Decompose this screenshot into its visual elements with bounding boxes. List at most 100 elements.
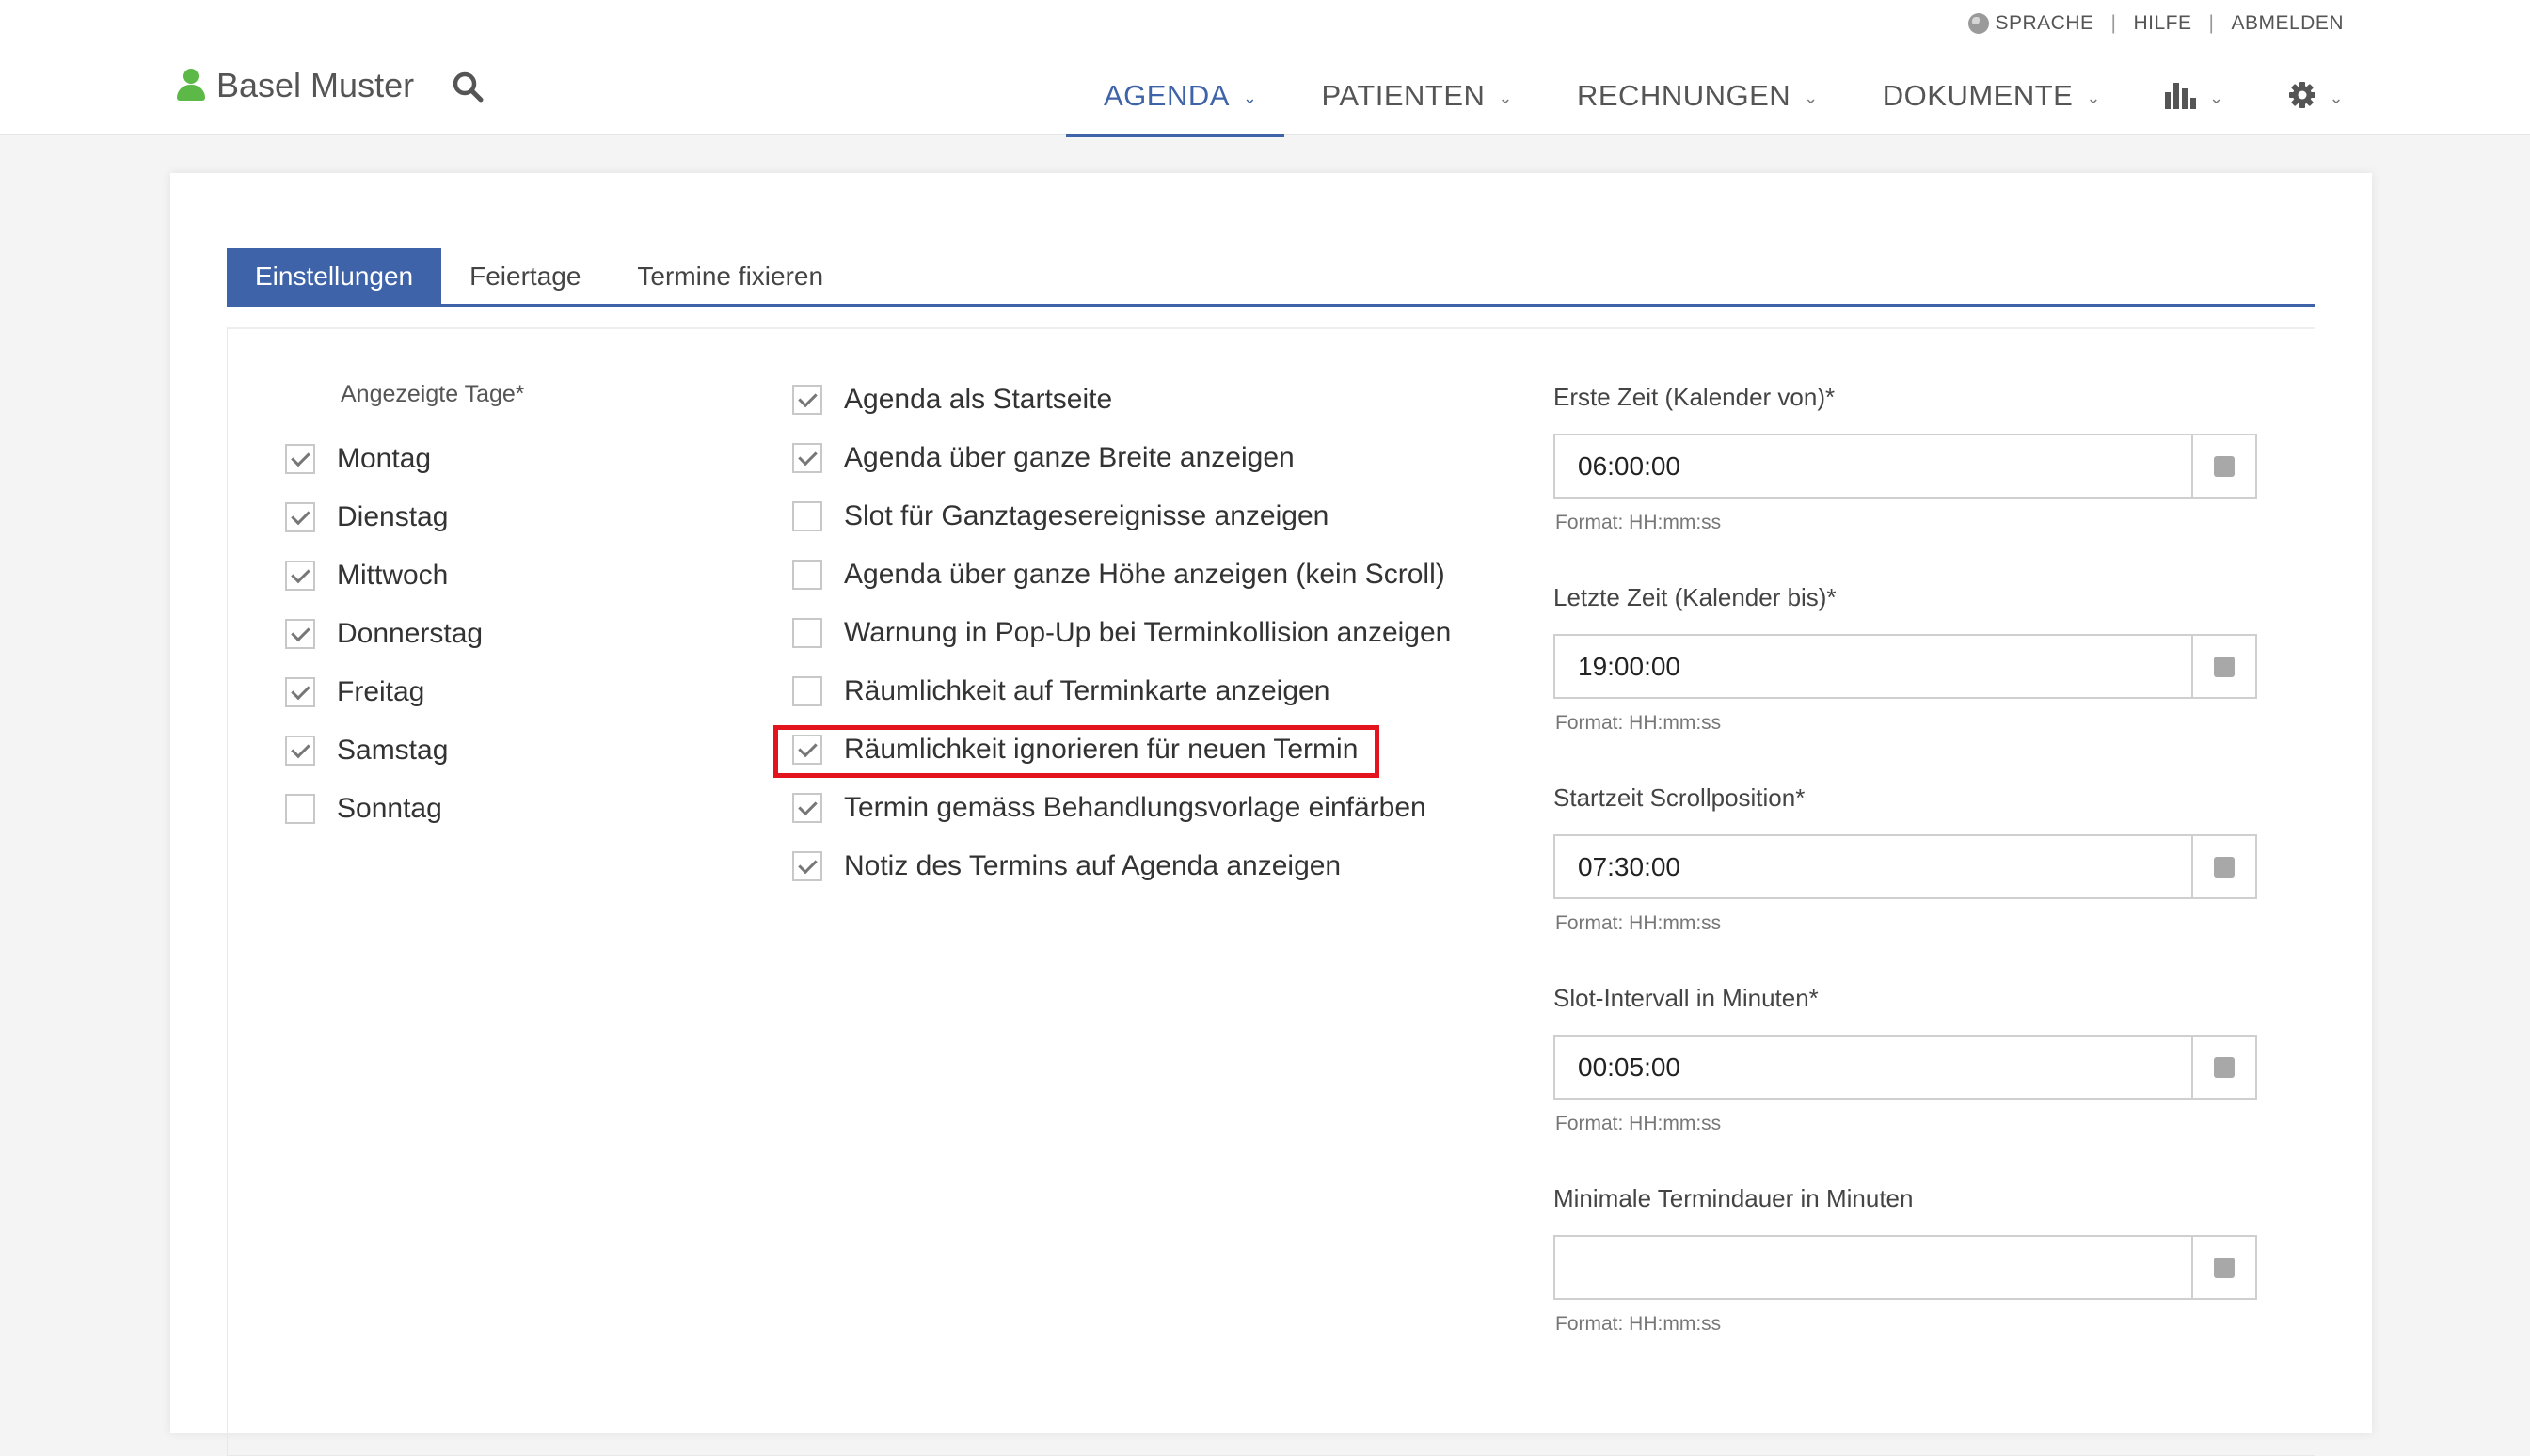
day-label: Donnerstag — [337, 618, 484, 649]
checkbox[interactable] — [285, 794, 315, 824]
option-label: Agenda als Startseite — [844, 384, 1113, 415]
option-label: Agenda über ganze Höhe anzeigen (kein Sc… — [844, 559, 1445, 590]
letzte-zeit-field[interactable]: 19:00:00 — [1553, 634, 2257, 699]
main-nav: AGENDA ⌄ PATIENTEN ⌄ RECHNUNGEN ⌄ DOKUME… — [1066, 66, 2371, 137]
checkbox[interactable] — [285, 502, 315, 532]
chevron-down-icon: ⌄ — [2086, 88, 2101, 107]
gear-icon — [2288, 82, 2315, 108]
option-notiz-anzeigen[interactable]: Notiz des Termins auf Agenda anzeigen — [792, 847, 1341, 885]
separator: | — [2110, 12, 2117, 34]
min-termindauer-input[interactable] — [1555, 1237, 2191, 1298]
option-label: Räumlichkeit auf Terminkarte anzeigen — [844, 675, 1330, 706]
slot-intervall-field[interactable]: 00:05:00 — [1553, 1035, 2257, 1100]
clock-icon — [2214, 1257, 2235, 1278]
erste-zeit-input[interactable]: 06:00:00 — [1555, 435, 2191, 497]
time-picker-button[interactable] — [2191, 636, 2255, 697]
tab-feiertage[interactable]: Feiertage — [441, 248, 609, 304]
option-label: Notiz des Termins auf Agenda anzeigen — [844, 850, 1342, 881]
min-termindauer-field[interactable] — [1553, 1235, 2257, 1300]
nav-rechnungen[interactable]: RECHNUNGEN ⌄ — [1539, 66, 1845, 135]
nav-statistics[interactable]: ⌄ — [2127, 66, 2251, 135]
nav-patienten-label: PATIENTEN — [1321, 79, 1486, 112]
checkbox[interactable] — [792, 385, 822, 415]
clock-icon — [2214, 455, 2235, 477]
erste-zeit-field[interactable]: 06:00:00 — [1553, 434, 2257, 499]
format-hint: Format: HH:mm:ss — [1555, 912, 1722, 934]
time-picker-button[interactable] — [2191, 836, 2255, 897]
logout-link[interactable]: ABMELDEN — [2231, 12, 2344, 35]
tab-einstellungen[interactable]: Einstellungen — [227, 248, 442, 304]
checkbox[interactable] — [285, 677, 315, 707]
option-label: Slot für Ganztagesereignisse anzeigen — [844, 500, 1329, 531]
field-label-letzte-zeit: Letzte Zeit (Kalender bis)* — [1553, 583, 1837, 611]
format-hint: Format: HH:mm:ss — [1555, 512, 1722, 533]
time-picker-button[interactable] — [2191, 435, 2255, 497]
language-link[interactable]: SPRACHE — [1968, 12, 2093, 35]
option-ganztages-slot[interactable]: Slot für Ganztagesereignisse anzeigen — [792, 498, 1329, 535]
field-label-erste-zeit: Erste Zeit (Kalender von)* — [1553, 383, 1836, 411]
checkbox[interactable] — [285, 444, 315, 474]
day-checkbox-samstag[interactable]: Samstag — [285, 732, 448, 769]
day-checkbox-donnerstag[interactable]: Donnerstag — [285, 615, 483, 653]
slot-intervall-input[interactable]: 00:05:00 — [1555, 1037, 2191, 1098]
startzeit-scroll-field[interactable]: 07:30:00 — [1553, 834, 2257, 899]
option-warnung-kollision[interactable]: Warnung in Pop-Up bei Terminkollision an… — [792, 614, 1451, 652]
day-checkbox-montag[interactable]: Montag — [285, 440, 431, 478]
globe-icon — [1968, 13, 1990, 34]
language-link-label: SPRACHE — [1995, 12, 2094, 34]
day-checkbox-sonntag[interactable]: Sonntag — [285, 790, 442, 828]
highlight-box — [773, 725, 1379, 778]
day-label: Mittwoch — [337, 560, 449, 591]
startzeit-scroll-input[interactable]: 07:30:00 — [1555, 836, 2191, 897]
option-agenda-startseite[interactable]: Agenda als Startseite — [792, 381, 1112, 419]
search-icon[interactable] — [452, 71, 484, 103]
checkbox[interactable] — [285, 561, 315, 591]
field-label-slot-intervall: Slot-Intervall in Minuten* — [1553, 984, 1819, 1012]
chevron-down-icon: ⌄ — [1804, 88, 1819, 107]
settings-tabs: Einstellungen Feiertage Termine fixieren — [227, 248, 2315, 307]
separator: | — [2208, 12, 2215, 34]
nav-agenda[interactable]: AGENDA ⌄ — [1066, 66, 1284, 137]
nav-dokumente-label: DOKUMENTE — [1882, 79, 2074, 112]
nav-settings[interactable]: ⌄ — [2251, 66, 2371, 135]
option-behandlungsvorlage-farbe[interactable]: Termin gemäss Behandlungsvorlage einfärb… — [792, 789, 1426, 827]
day-checkbox-freitag[interactable]: Freitag — [285, 673, 424, 711]
option-ganze-hoehe[interactable]: Agenda über ganze Höhe anzeigen (kein Sc… — [792, 556, 1445, 593]
day-checkbox-dienstag[interactable]: Dienstag — [285, 499, 448, 536]
option-label: Termin gemäss Behandlungsvorlage einfärb… — [844, 792, 1426, 823]
checkbox[interactable] — [792, 851, 822, 881]
day-label: Montag — [337, 443, 432, 474]
time-picker-button[interactable] — [2191, 1237, 2255, 1298]
letzte-zeit-input[interactable]: 19:00:00 — [1555, 636, 2191, 697]
time-picker-button[interactable] — [2191, 1037, 2255, 1098]
checkbox[interactable] — [792, 793, 822, 823]
day-checkbox-mittwoch[interactable]: Mittwoch — [285, 557, 448, 594]
chevron-down-icon: ⌄ — [2329, 88, 2345, 107]
day-label: Freitag — [337, 676, 425, 707]
nav-rechnungen-label: RECHNUNGEN — [1576, 79, 1791, 112]
help-link[interactable]: HILFE — [2133, 12, 2191, 35]
user-menu[interactable]: Basel Muster — [177, 66, 414, 105]
field-label-startzeit-scroll: Startzeit Scrollposition* — [1553, 783, 1806, 812]
nav-patienten[interactable]: PATIENTEN ⌄ — [1284, 66, 1539, 135]
checkbox[interactable] — [792, 560, 822, 590]
checkbox[interactable] — [792, 443, 822, 473]
option-raeumlichkeit-terminkarte[interactable]: Räumlichkeit auf Terminkarte anzeigen — [792, 673, 1329, 710]
chevron-down-icon: ⌄ — [2208, 88, 2224, 107]
option-ganze-breite[interactable]: Agenda über ganze Breite anzeigen — [792, 439, 1295, 477]
option-label: Agenda über ganze Breite anzeigen — [844, 442, 1295, 473]
checkbox[interactable] — [285, 619, 315, 649]
day-label: Samstag — [337, 735, 449, 766]
checkbox[interactable] — [792, 676, 822, 706]
nav-dokumente[interactable]: DOKUMENTE ⌄ — [1845, 66, 2127, 135]
user-icon — [177, 69, 205, 103]
clock-icon — [2214, 656, 2235, 677]
bar-chart-icon — [2164, 83, 2196, 109]
day-label: Dienstag — [337, 501, 449, 532]
format-hint: Format: HH:mm:ss — [1555, 712, 1722, 734]
checkbox[interactable] — [285, 736, 315, 766]
checkbox[interactable] — [792, 618, 822, 648]
clock-icon — [2214, 856, 2235, 878]
checkbox[interactable] — [792, 501, 822, 531]
tab-termine-fixieren[interactable]: Termine fixieren — [609, 248, 851, 304]
